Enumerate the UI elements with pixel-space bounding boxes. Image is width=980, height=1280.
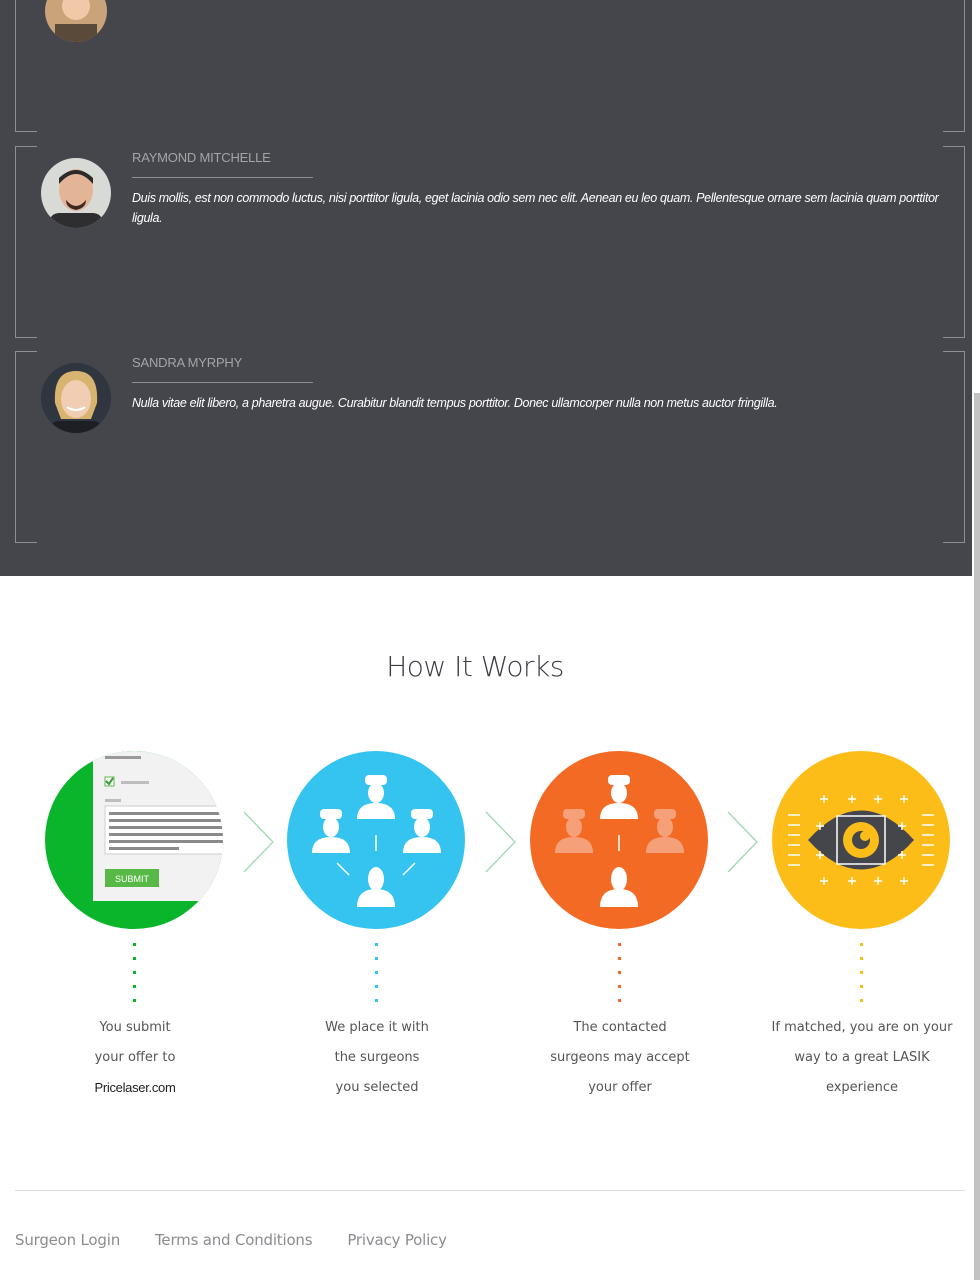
testimonial-card: RAYMOND MITCHELLE Duis mollis, est non c…: [15, 146, 965, 338]
privacy-link[interactable]: Privacy Policy: [347, 1231, 447, 1249]
avatar: [45, 0, 107, 42]
chevron-right-icon: [727, 811, 758, 873]
testimonials-section: RAYMOND MITCHELLE Duis mollis, est non c…: [0, 0, 980, 576]
testimonial-quote: Nulla vitae elit libero, a pharetra augu…: [132, 396, 778, 410]
dotted-connector: [375, 943, 378, 1003]
testimonial-card: SANDRA MYRPHY Nulla vitae elit libero, a…: [15, 351, 965, 543]
testimonial-card: [15, 0, 965, 132]
step-description: The contacted surgeons may accept your o…: [550, 1020, 690, 1095]
scrollbar-thumb[interactable]: [974, 393, 980, 1280]
avatar: [41, 363, 111, 433]
testimonial-quote: Duis mollis, est non commodo luctus, nis…: [132, 191, 939, 225]
surgeons-network-icon: [287, 751, 465, 929]
section-title: How It Works: [386, 650, 564, 683]
avatar: [41, 158, 111, 228]
step-description: We place it with the surgeons you select…: [325, 1020, 429, 1095]
form-submit-icon: SUBMIT: [45, 751, 223, 929]
surgeons-accept-icon: [530, 751, 708, 929]
terms-link[interactable]: Terms and Conditions: [155, 1231, 313, 1249]
chevron-right-icon: [485, 811, 516, 873]
dotted-connector: [860, 943, 863, 1003]
scrollbar[interactable]: [972, 0, 980, 1280]
step-description: If matched, you are on your way to a gre…: [771, 1020, 953, 1095]
step-description: You submit your offer to Pricelaser.com: [94, 1020, 176, 1095]
testimonial-name: SANDRA MYRPHY: [132, 355, 243, 370]
surgeon-login-link[interactable]: Surgeon Login: [15, 1231, 120, 1249]
testimonial-name: RAYMOND MITCHELLE: [132, 150, 271, 165]
dotted-connector: [133, 943, 136, 1003]
footer-divider: [15, 1190, 965, 1191]
footer-nav: Surgeon Login Terms and Conditions Priva…: [15, 1231, 447, 1249]
divider: [132, 382, 313, 383]
chevron-right-icon: [243, 811, 274, 873]
dotted-connector: [618, 943, 621, 1003]
svg-text:SUBMIT: SUBMIT: [115, 874, 150, 884]
divider: [132, 177, 313, 178]
eye-icon: [772, 751, 950, 929]
